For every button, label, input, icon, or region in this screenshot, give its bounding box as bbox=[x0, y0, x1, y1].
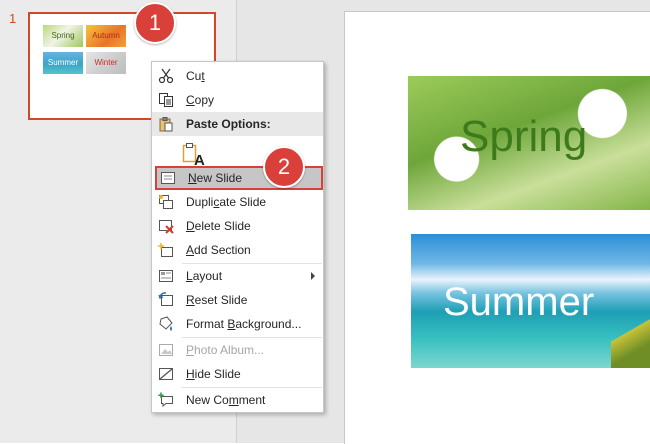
step-callout-2: 2 bbox=[263, 146, 305, 188]
menu-item-label: Photo Album... bbox=[186, 343, 265, 357]
photo-album-icon bbox=[159, 344, 173, 356]
duplicate-slide-icon bbox=[159, 195, 173, 209]
add-section-icon bbox=[158, 243, 173, 257]
paste-keep-text-only-button[interactable]: A bbox=[182, 142, 205, 169]
menu-item-label: Layout bbox=[186, 269, 223, 283]
menu-item-label: Cut bbox=[186, 69, 205, 83]
menu-item-label: Format Background... bbox=[186, 317, 302, 331]
new-slide-icon bbox=[161, 172, 175, 184]
layout-icon bbox=[159, 270, 173, 282]
slide-number: 1 bbox=[9, 11, 17, 26]
menu-item-label: Hide Slide bbox=[186, 367, 241, 381]
menu-item-cut[interactable]: Cut bbox=[152, 64, 323, 88]
menu-item-duplicate-slide[interactable]: Duplicate Slide bbox=[152, 190, 323, 214]
menu-item-label: Delete Slide bbox=[186, 219, 251, 233]
menu-item-photo-album: Photo Album... bbox=[152, 338, 323, 362]
hide-slide-icon bbox=[159, 368, 173, 380]
menu-item-label: Add Section bbox=[186, 243, 251, 257]
menu-item-format-background[interactable]: Format Background... bbox=[152, 312, 323, 336]
menu-item-label: New Slide bbox=[188, 171, 243, 185]
paste-icon bbox=[159, 117, 173, 132]
reset-slide-icon bbox=[158, 292, 173, 306]
menu-item-label: Duplicate Slide bbox=[186, 195, 267, 209]
palm-leaf-decoration bbox=[611, 308, 650, 368]
copy-icon bbox=[159, 93, 173, 107]
delete-slide-icon bbox=[159, 220, 174, 234]
thumbnail-picture-summer: Summer bbox=[43, 52, 83, 74]
format-background-icon bbox=[159, 316, 173, 331]
spring-picture[interactable]: Spring bbox=[408, 76, 650, 210]
slide-canvas[interactable]: Spring Summer bbox=[344, 11, 650, 444]
menu-header-paste-options: Paste Options: bbox=[152, 112, 323, 136]
menu-item-label: Copy bbox=[186, 93, 215, 107]
new-comment-icon bbox=[158, 392, 173, 408]
context-menu: Cut Copy Paste Options: A New Slide Dupl… bbox=[151, 61, 324, 413]
menu-item-delete-slide[interactable]: Delete Slide bbox=[152, 214, 323, 238]
submenu-arrow-icon bbox=[311, 272, 315, 280]
menu-item-layout[interactable]: Layout bbox=[152, 264, 323, 288]
menu-item-label: New Comment bbox=[186, 393, 266, 407]
spring-picture-label: Spring bbox=[460, 112, 588, 161]
menu-item-copy[interactable]: Copy bbox=[152, 88, 323, 112]
summer-picture[interactable]: Summer bbox=[411, 234, 650, 368]
menu-item-label: Paste Options: bbox=[186, 117, 271, 131]
menu-item-reset-slide[interactable]: Reset Slide bbox=[152, 288, 323, 312]
thumbnail-picture-autumn: Autumn bbox=[86, 25, 126, 47]
menu-item-add-section[interactable]: Add Section bbox=[152, 238, 323, 262]
step-callout-1: 1 bbox=[134, 2, 176, 44]
scissors-icon bbox=[158, 68, 174, 84]
summer-picture-label: Summer bbox=[443, 280, 595, 324]
menu-item-new-comment[interactable]: New Comment bbox=[152, 388, 323, 412]
menu-item-hide-slide[interactable]: Hide Slide bbox=[152, 362, 323, 386]
thumbnail-picture-winter: Winter bbox=[86, 52, 126, 74]
menu-item-label: Reset Slide bbox=[186, 293, 248, 307]
thumbnail-picture-spring: Spring bbox=[43, 25, 83, 47]
